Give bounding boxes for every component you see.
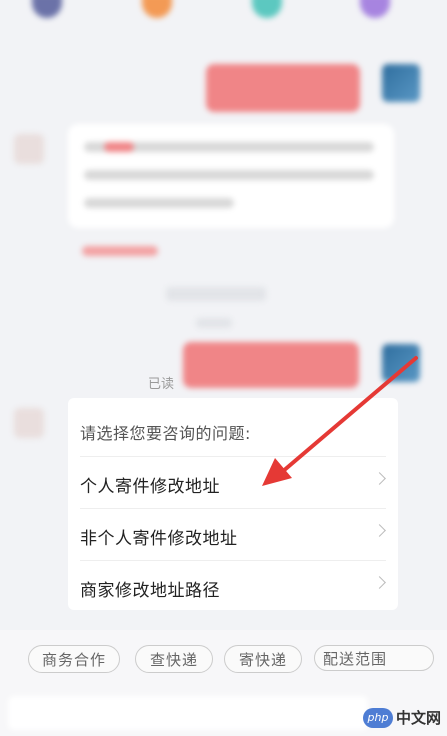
quick-chip-delivery-range[interactable]: 配送范围: [314, 645, 434, 671]
watermark-text: 中文网: [395, 709, 441, 727]
quick-chip-track[interactable]: 查快递: [135, 645, 213, 673]
quick-chip-business[interactable]: 商务合作: [28, 645, 120, 673]
arrow-head: [262, 458, 292, 486]
quick-chip-send[interactable]: 寄快递: [224, 645, 302, 673]
arrow-shaft: [280, 356, 418, 474]
watermark: php 中文网: [362, 707, 441, 728]
message-input[interactable]: [8, 696, 368, 730]
annotation-arrow: [262, 356, 418, 486]
php-logo: php: [362, 707, 393, 728]
